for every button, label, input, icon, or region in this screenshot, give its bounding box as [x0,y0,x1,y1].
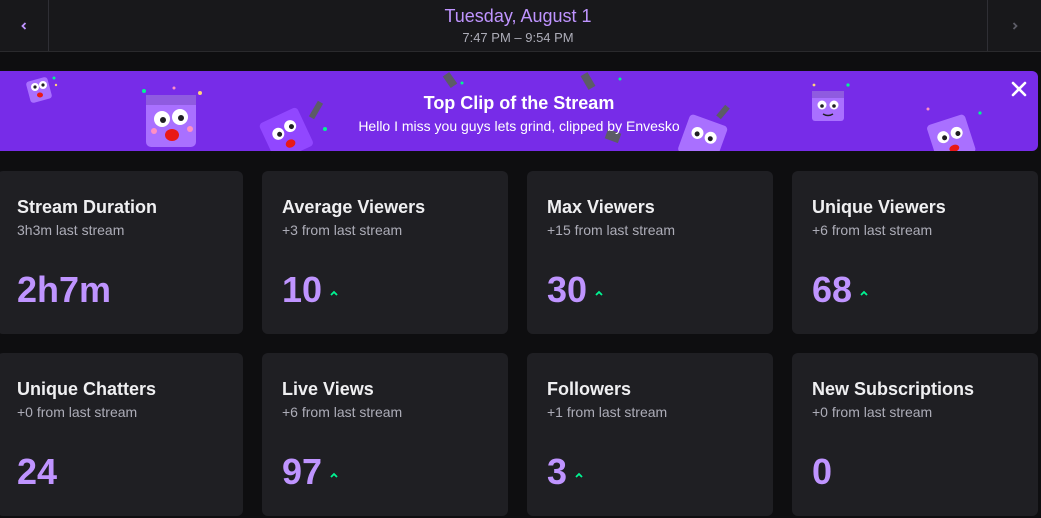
stat-title: Followers [547,379,632,399]
stat-card: Stream Duration 3h3m last stream 2h7m [0,171,243,334]
banner-title: Top Clip of the Stream [423,93,615,113]
stat-comparison: +6 from last stream [282,404,403,420]
stream-date-range: Tuesday, August 1 7:47 PM – 9:54 PM [49,0,987,51]
banner-clip-description: Hello I miss you guys lets grind, clippe… [358,118,680,134]
stat-title: Stream Duration [17,197,158,217]
stat-comparison: +0 from last stream [812,404,933,420]
trend-up-icon [330,290,338,296]
stat-value: 24 [17,451,58,492]
stat-card: Followers +1 from last stream 3 [527,353,773,516]
stat-comparison: 3h3m last stream [17,222,125,238]
stat-title: Unique Viewers [812,197,946,217]
stat-title: Live Views [282,379,374,399]
stat-value: 30 [547,269,588,310]
stat-comparison: +15 from last stream [547,222,675,238]
stream-date: Tuesday, August 1 [444,6,592,26]
stat-card: New Subscriptions +0 from last stream 0 [792,353,1038,516]
stat-value: 68 [812,269,853,310]
next-stream-button[interactable] [987,0,1041,51]
trend-up-icon [330,472,338,478]
top-clip-banner[interactable]: Top Clip of the Stream Hello I miss you … [0,71,1038,151]
stat-card: Unique Chatters +0 from last stream 24 [0,353,243,516]
stat-comparison: +3 from last stream [282,222,403,238]
stat-card: Max Viewers +15 from last stream 30 [527,171,773,334]
chevron-left-icon [21,21,27,30]
stat-title: Average Viewers [282,197,426,217]
stat-comparison: +0 from last stream [17,404,138,420]
stat-title: New Subscriptions [812,379,975,399]
trend-up-icon [860,290,868,296]
stat-title: Unique Chatters [17,379,157,399]
stat-comparison: +1 from last stream [547,404,668,420]
trend-up-icon [595,290,603,296]
chevron-right-icon [1012,21,1018,30]
stat-title: Max Viewers [547,197,655,217]
mascot-illustration [442,71,464,89]
stat-value: 97 [282,451,323,492]
trend-up-icon [575,472,583,478]
previous-stream-button[interactable] [0,0,49,51]
close-icon [1011,81,1027,97]
stat-comparison: +6 from last stream [812,222,933,238]
stat-card: Live Views +6 from last stream 97 [262,353,508,516]
date-navigator: Tuesday, August 1 7:47 PM – 9:54 PM [0,0,1041,52]
close-banner-button[interactable] [1008,78,1030,100]
stat-card: Unique Viewers +6 from last stream 68 [792,171,1038,334]
stat-value: 10 [282,269,323,310]
stat-value: 2h7m [17,269,112,310]
stat-value: 3 [547,451,568,492]
stream-time-range: 7:47 PM – 9:54 PM [462,30,574,45]
stat-card: Average Viewers +3 from last stream 10 [262,171,508,334]
stat-value: 0 [812,451,833,492]
